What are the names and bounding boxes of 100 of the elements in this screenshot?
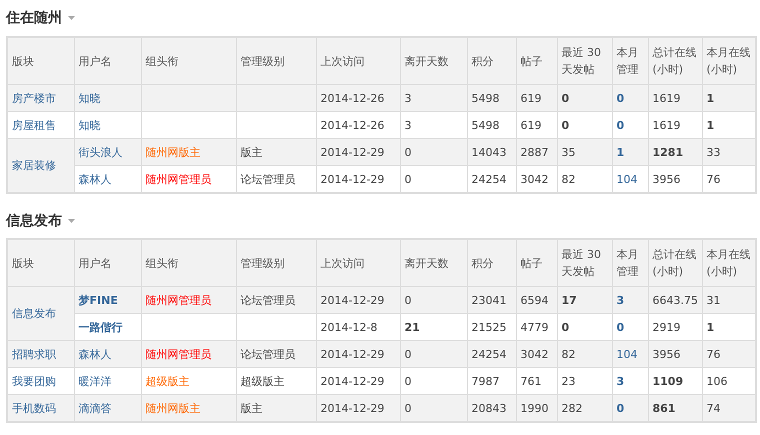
section-title: 住在随州 <box>6 9 62 27</box>
table-cell: 3 <box>400 84 467 112</box>
username-link[interactable]: 知晓 <box>74 84 141 112</box>
table-cell: 31 <box>702 286 756 314</box>
table-cell: 0 <box>557 314 612 340</box>
board-link[interactable]: 手机数码 <box>7 394 74 422</box>
column-header: 用户名 <box>74 37 141 84</box>
table-cell: 3042 <box>516 166 557 193</box>
table-cell: 1 <box>702 112 756 138</box>
table-cell: 3 <box>400 112 467 138</box>
table-cell: 0 <box>400 138 467 166</box>
board-link[interactable]: 家居装修 <box>7 138 74 193</box>
table-cell: 5498 <box>467 112 516 138</box>
board-link[interactable]: 招聘求职 <box>7 340 74 368</box>
table-cell: 24254 <box>467 166 516 193</box>
table-cell: 2014-12-29 <box>316 138 400 166</box>
board-link[interactable]: 我要团购 <box>7 368 74 394</box>
caret-icon[interactable] <box>68 219 75 223</box>
table-cell: 1990 <box>516 394 557 422</box>
table-cell: 82 <box>557 340 612 368</box>
table-cell: 619 <box>516 84 557 112</box>
table-cell: 1 <box>702 84 756 112</box>
column-header: 上次访问 <box>316 37 400 84</box>
column-header: 管理级别 <box>236 239 316 286</box>
table-cell: 2014-12-29 <box>316 368 400 394</box>
column-header: 本月在线(小时) <box>702 37 756 84</box>
group-title: 随州网管理员 <box>141 340 236 368</box>
table-cell: 2014-12-26 <box>316 84 400 112</box>
username-link[interactable]: 0 <box>612 112 648 138</box>
board-link[interactable]: 房产楼市 <box>7 84 74 112</box>
column-header: 管理级别 <box>236 37 316 84</box>
table-cell: 3956 <box>648 166 702 193</box>
table-cell: 1619 <box>648 84 702 112</box>
caret-icon[interactable] <box>68 16 75 20</box>
table-cell: 33 <box>702 138 756 166</box>
table-cell: 2014-12-29 <box>316 166 400 193</box>
username-link[interactable]: 梦FINE <box>74 286 141 314</box>
group-title: 超级版主 <box>141 368 236 394</box>
table-cell: 0 <box>557 112 612 138</box>
table-cell: 76 <box>702 340 756 368</box>
table-cell: 82 <box>557 166 612 193</box>
table-cell: 1619 <box>648 112 702 138</box>
board-link[interactable]: 房屋租售 <box>7 112 74 138</box>
section-title: 信息发布 <box>6 212 62 230</box>
column-header: 本月管理 <box>612 239 648 286</box>
table-cell: 23041 <box>467 286 516 314</box>
column-header: 总计在线(小时) <box>648 239 702 286</box>
group-title: 随州网管理员 <box>141 166 236 193</box>
username-link[interactable]: 暖洋洋 <box>74 368 141 394</box>
table-cell: 2014-12-29 <box>316 340 400 368</box>
table-cell: 282 <box>557 394 612 422</box>
username-link[interactable]: 滴滴答 <box>74 394 141 422</box>
username-link[interactable]: 1 <box>612 138 648 166</box>
column-header: 本月管理 <box>612 37 648 84</box>
username-link[interactable]: 104 <box>612 340 648 368</box>
column-header: 积分 <box>467 37 516 84</box>
username-link[interactable]: 0 <box>612 314 648 340</box>
column-header: 积分 <box>467 239 516 286</box>
username-link[interactable]: 一路偕行 <box>74 314 141 340</box>
table-cell: 0 <box>400 286 467 314</box>
username-link[interactable]: 森林人 <box>74 340 141 368</box>
table-cell: 6643.75 <box>648 286 702 314</box>
table-cell: 0 <box>400 368 467 394</box>
table-cell: 0 <box>400 394 467 422</box>
username-link[interactable]: 森林人 <box>74 166 141 193</box>
table-cell: 2014-12-26 <box>316 112 400 138</box>
table-cell: 20843 <box>467 394 516 422</box>
column-header: 本月在线(小时) <box>702 239 756 286</box>
column-header: 帖子 <box>516 37 557 84</box>
table-cell: 论坛管理员 <box>236 166 316 193</box>
table-cell: 24254 <box>467 340 516 368</box>
table-cell: 74 <box>702 394 756 422</box>
table-cell: 7987 <box>467 368 516 394</box>
column-header: 总计在线(小时) <box>648 37 702 84</box>
table-cell: 619 <box>516 112 557 138</box>
table-cell: 4779 <box>516 314 557 340</box>
column-header: 组头衔 <box>141 37 236 84</box>
table-cell: 2014-12-29 <box>316 286 400 314</box>
table-cell: 761 <box>516 368 557 394</box>
group-title: 随州网版主 <box>141 138 236 166</box>
table-cell: 版主 <box>236 138 316 166</box>
table-cell: 2014-12-8 <box>316 314 400 340</box>
table-cell: 23 <box>557 368 612 394</box>
table-cell: 1109 <box>648 368 702 394</box>
username-link[interactable]: 3 <box>612 368 648 394</box>
group-title: 随州网管理员 <box>141 286 236 314</box>
username-link[interactable]: 0 <box>612 84 648 112</box>
table-cell: 21 <box>400 314 467 340</box>
table-cell: 2919 <box>648 314 702 340</box>
username-link[interactable]: 0 <box>612 394 648 422</box>
username-link[interactable]: 街头浪人 <box>74 138 141 166</box>
column-header: 上次访问 <box>316 239 400 286</box>
table-cell: 2014-12-29 <box>316 394 400 422</box>
column-header: 版块 <box>7 239 74 286</box>
table-cell: 1 <box>702 314 756 340</box>
board-link[interactable]: 信息发布 <box>7 286 74 340</box>
username-link[interactable]: 3 <box>612 286 648 314</box>
username-link[interactable]: 104 <box>612 166 648 193</box>
username-link[interactable]: 知晓 <box>74 112 141 138</box>
column-header: 帖子 <box>516 239 557 286</box>
